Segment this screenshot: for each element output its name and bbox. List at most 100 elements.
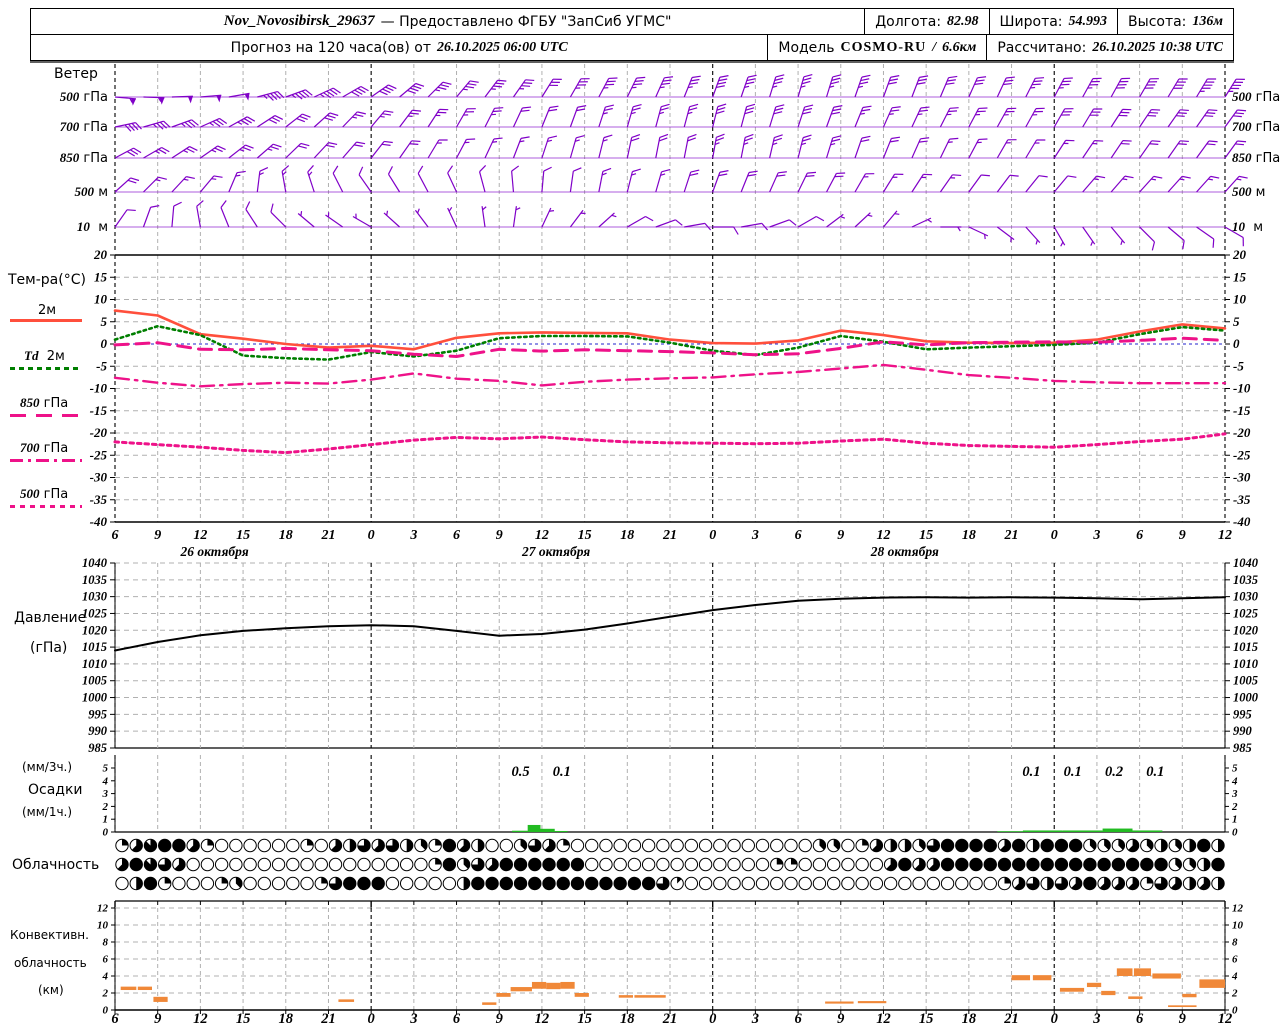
cloud-row-0	[115, 838, 1225, 853]
precip-annotation-1: 0.1	[553, 764, 571, 780]
precip-annotation-2: 0.1	[1022, 764, 1040, 780]
svg-text:3: 3	[102, 788, 109, 800]
svg-text:15: 15	[578, 528, 592, 543]
svg-text:990: 990	[88, 724, 108, 738]
svg-text:-30: -30	[1233, 470, 1251, 485]
wind-level-500hpa-right: 500 гПа	[1232, 89, 1280, 105]
svg-text:12: 12	[1218, 1011, 1233, 1024]
svg-text:-40: -40	[90, 514, 108, 529]
svg-text:-10: -10	[90, 381, 108, 396]
svg-text:-20: -20	[1233, 425, 1251, 440]
svg-text:1015: 1015	[82, 640, 107, 654]
svg-text:5: 5	[101, 314, 108, 329]
svg-text:0: 0	[1232, 1005, 1238, 1017]
svg-text:9: 9	[154, 1011, 161, 1024]
svg-text:2: 2	[1231, 801, 1238, 813]
svg-text:-35: -35	[1233, 492, 1251, 507]
legend-label-850: 850 гПа	[20, 395, 69, 411]
svg-text:2: 2	[102, 988, 109, 1000]
pressure-panel	[110, 562, 1230, 749]
svg-text:15: 15	[919, 528, 933, 543]
svg-text:1000: 1000	[82, 691, 108, 705]
svg-text:0: 0	[1051, 1011, 1058, 1024]
svg-text:0: 0	[709, 1011, 716, 1024]
svg-text:18: 18	[620, 528, 634, 543]
svg-text:1025: 1025	[1233, 606, 1258, 620]
svg-text:3: 3	[1092, 528, 1100, 543]
svg-text:18: 18	[962, 1011, 977, 1024]
svg-text:9: 9	[837, 1011, 844, 1024]
svg-text:10: 10	[1233, 292, 1247, 307]
svg-text:9: 9	[1179, 1011, 1186, 1024]
date-label-1: 27 октября	[521, 544, 590, 559]
legend-line-850	[10, 414, 82, 417]
precip-annotation-3: 0.1	[1064, 764, 1082, 780]
svg-text:1040: 1040	[82, 556, 108, 570]
svg-text:-5: -5	[96, 358, 107, 373]
svg-text:21: 21	[662, 528, 677, 543]
svg-text:21: 21	[1004, 528, 1019, 543]
svg-text:20: 20	[1232, 247, 1247, 262]
svg-text:6: 6	[103, 954, 109, 966]
svg-text:10: 10	[97, 920, 109, 932]
svg-text:995: 995	[88, 707, 107, 721]
wind-row-3	[114, 165, 1248, 193]
svg-text:985: 985	[88, 741, 107, 755]
wind-level-500m-right: 500 м	[1232, 184, 1266, 200]
wind-level-10m-right: 10 м	[1232, 219, 1264, 235]
svg-text:9: 9	[496, 1011, 503, 1024]
wind-level-500hpa-left: 500 гПа	[59, 89, 108, 105]
svg-text:18: 18	[279, 528, 293, 543]
svg-text:-20: -20	[90, 425, 108, 440]
svg-text:1030: 1030	[1233, 590, 1259, 604]
wind-panel	[30, 61, 1248, 251]
svg-text:9: 9	[1179, 528, 1186, 543]
svg-text:0: 0	[101, 336, 108, 351]
date-label-0: 26 октября	[180, 544, 249, 559]
svg-text:3: 3	[751, 528, 759, 543]
temp-panel-title: Тем-ра(°C)	[8, 272, 86, 288]
svg-text:6: 6	[1136, 528, 1143, 543]
svg-text:15: 15	[236, 528, 250, 543]
svg-text:12: 12	[97, 903, 109, 915]
svg-text:5: 5	[103, 763, 109, 775]
legend-label-td2m: Td 2м	[24, 348, 65, 364]
legend-line-500	[10, 505, 82, 508]
precip-units-3h: (мм/3ч.)	[22, 760, 73, 774]
svg-text:1000: 1000	[1233, 691, 1259, 705]
svg-text:0: 0	[1233, 336, 1240, 351]
wind-level-700hpa-right: 700 гПа	[1232, 119, 1280, 135]
svg-text:18: 18	[620, 1011, 635, 1024]
convective-panel	[111, 907, 1229, 1014]
legend-label-700: 700 гПа	[20, 440, 69, 456]
precip-bars	[512, 824, 1163, 832]
temperature-panel	[110, 254, 1230, 523]
svg-text:21: 21	[1003, 1011, 1019, 1024]
svg-text:15: 15	[1233, 269, 1247, 284]
svg-text:18: 18	[962, 528, 976, 543]
wind-level-850hpa-right: 850 гПа	[1232, 150, 1280, 166]
svg-text:12: 12	[535, 1011, 550, 1024]
svg-text:2: 2	[102, 801, 109, 813]
svg-text:0: 0	[368, 1011, 375, 1024]
legend-label-2m: 2м	[38, 303, 57, 318]
wind-row-0	[114, 73, 1245, 106]
svg-text:3: 3	[409, 528, 417, 543]
svg-text:5: 5	[1233, 314, 1240, 329]
precip-annotation-4: 0.2	[1105, 764, 1123, 780]
svg-text:15: 15	[919, 1011, 934, 1024]
svg-text:9: 9	[154, 528, 161, 543]
legend-line-700	[10, 459, 82, 462]
svg-text:12: 12	[193, 528, 207, 543]
svg-text:8: 8	[1232, 937, 1238, 949]
precip-annotation-0: 0.5	[512, 764, 530, 780]
legend-line-2m	[10, 319, 82, 322]
wind-level-700hpa-left: 700 гПа	[59, 119, 108, 135]
precip-annotation-5: 0.1	[1146, 764, 1164, 780]
wind-level-500m-left: 500 м	[74, 184, 108, 200]
svg-text:1015: 1015	[1233, 640, 1258, 654]
svg-text:6: 6	[111, 1011, 119, 1024]
svg-text:9: 9	[496, 528, 503, 543]
svg-text:990: 990	[1233, 724, 1253, 738]
svg-text:12: 12	[535, 528, 549, 543]
